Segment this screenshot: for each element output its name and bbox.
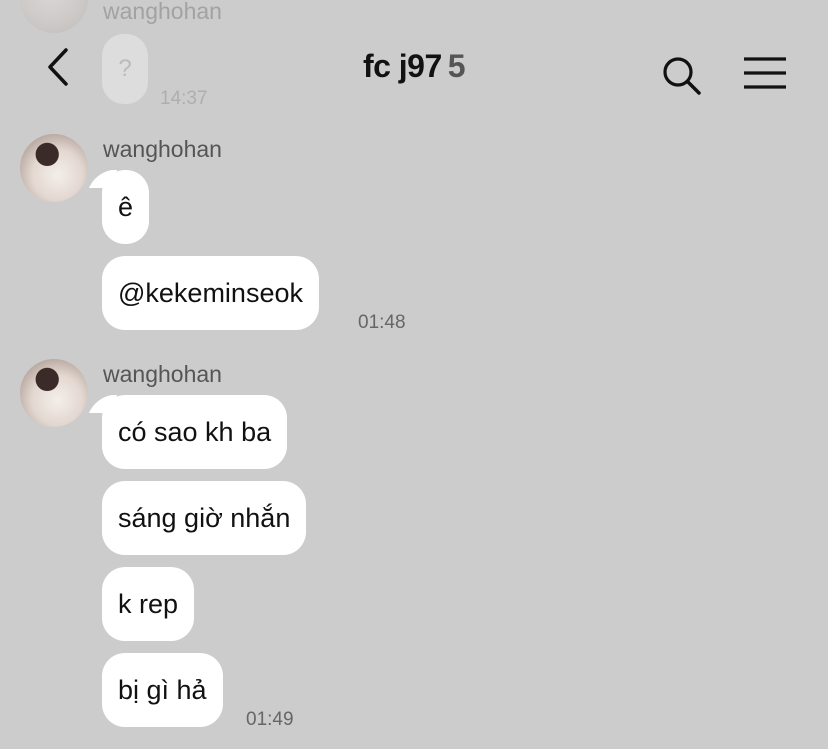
message-time: 01:48 [358, 312, 406, 333]
message-bubble[interactable]: có sao kh ba [102, 395, 288, 469]
chat-header: fc j97 5 [0, 0, 828, 125]
message-bubble[interactable]: sáng giờ nhắn [102, 481, 307, 555]
group-name: fc j97 [362, 48, 442, 84]
message-bubble[interactable]: ê [102, 170, 150, 244]
message-sender: wanghohan [103, 361, 222, 387]
message-sender: wanghohan [103, 136, 222, 162]
message-bubble[interactable]: k rep [102, 567, 195, 641]
menu-button[interactable] [742, 56, 788, 92]
message-time: 01:49 [246, 709, 294, 730]
message-bubble[interactable]: @kekeminseok [102, 256, 319, 330]
message-bubble[interactable]: bị gì hả [102, 653, 223, 727]
member-count: 5 [447, 48, 466, 84]
search-button[interactable] [660, 54, 704, 98]
hamburger-menu-icon [744, 57, 786, 89]
search-icon [663, 57, 701, 95]
avatar[interactable] [20, 359, 88, 427]
avatar[interactable] [20, 134, 88, 202]
